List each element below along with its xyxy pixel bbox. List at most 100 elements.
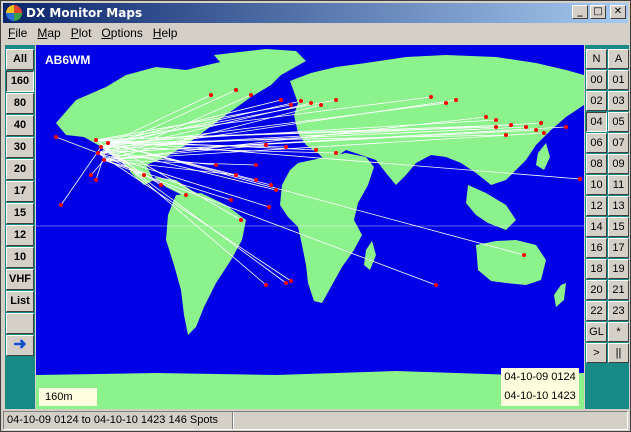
band-button-10[interactable]: 10 [6, 247, 34, 268]
landmass [280, 153, 374, 303]
spot-marker [429, 95, 433, 99]
spot-marker [284, 281, 288, 285]
band-button-40[interactable]: 40 [6, 115, 34, 136]
hour-button-00[interactable]: 00 [586, 70, 607, 90]
band-button-80[interactable]: 80 [6, 93, 34, 114]
hour-button-16[interactable]: 16 [586, 238, 607, 258]
hour-button-03[interactable]: 03 [608, 91, 629, 111]
hour-button-06[interactable]: 06 [586, 133, 607, 153]
hour-button-18[interactable]: 18 [586, 259, 607, 279]
hour-button-GL[interactable]: GL [586, 322, 607, 342]
hour-button-11[interactable]: 11 [608, 175, 629, 195]
spot-marker [454, 98, 458, 102]
band-button-vhf[interactable]: VHF [6, 269, 34, 290]
hour-button-N[interactable]: N [586, 49, 607, 69]
landmass [166, 193, 246, 335]
spot-marker [94, 178, 98, 182]
hour-button-15[interactable]: 15 [608, 217, 629, 237]
landmass [476, 240, 546, 285]
band-label: 160m [39, 388, 97, 406]
hour-button-13[interactable]: 13 [608, 196, 629, 216]
band-panel: All 160 80 40 30 20 17 15 12 10 VHF List ➜ [5, 45, 35, 409]
band-button-all[interactable]: All [6, 49, 34, 70]
hour-button-04[interactable]: 04 [586, 112, 607, 132]
hour-button-09[interactable]: 09 [608, 154, 629, 174]
spot-marker [289, 279, 293, 283]
world-map[interactable]: AB6WM 160m 04-10-09 0124 04-10-10 1423 [36, 45, 584, 409]
home-marker [102, 158, 106, 162]
menu-options[interactable]: Options [96, 26, 147, 40]
spot-marker [309, 101, 313, 105]
band-button-20[interactable]: 20 [6, 159, 34, 180]
hour-button-xx[interactable]: || [608, 343, 629, 363]
spot-marker [289, 103, 293, 107]
hour-button-07[interactable]: 07 [608, 133, 629, 153]
hour-button-01[interactable]: 01 [608, 70, 629, 90]
home-marker [106, 141, 110, 145]
blank-button[interactable] [6, 313, 34, 334]
hour-button-17[interactable]: 17 [608, 238, 629, 258]
spot-marker [54, 135, 58, 139]
spot-marker [279, 98, 283, 102]
time-to: 04-10-10 1423 [504, 390, 576, 402]
menu-help[interactable]: Help [148, 26, 183, 40]
hour-panel: N A 00 01 02 03 04 05 06 07 08 09 10 11 12 13 14 15 16 17 18… [585, 45, 629, 409]
hour-button-x[interactable]: > [586, 343, 607, 363]
spot-marker [254, 178, 258, 182]
app-window: DX Monitor Maps _ □ ✕ File Map Plot Opti… [0, 0, 631, 432]
spot-marker [494, 125, 498, 129]
spot-marker [214, 163, 218, 167]
hour-button-14[interactable]: 14 [586, 217, 607, 237]
landmass [536, 143, 550, 170]
spot-marker [534, 128, 538, 132]
spot-marker [264, 283, 268, 287]
band-button-15[interactable]: 15 [6, 203, 34, 224]
close-button[interactable]: ✕ [610, 5, 626, 19]
band-button-list[interactable]: List [6, 291, 34, 312]
hour-button-21[interactable]: 21 [608, 280, 629, 300]
spot-marker [564, 125, 568, 129]
minimize-button[interactable]: _ [572, 5, 588, 19]
hour-button-20[interactable]: 20 [586, 280, 607, 300]
hour-button-x[interactable]: * [608, 322, 629, 342]
spot-marker [274, 188, 278, 192]
app-icon [6, 5, 22, 21]
status-bar: 04-10-09 0124 to 04-10-10 1423 146 Spots [3, 411, 628, 430]
hour-button-02[interactable]: 02 [586, 91, 607, 111]
menu-bar: File Map Plot Options Help [3, 24, 628, 42]
spot-marker [509, 123, 513, 127]
spot-marker [229, 198, 233, 202]
spot-marker [539, 121, 543, 125]
spot-marker [578, 177, 582, 181]
band-button-160[interactable]: 160 [6, 71, 34, 92]
home-marker [99, 145, 103, 149]
spot-marker [142, 173, 146, 177]
hour-button-05[interactable]: 05 [608, 112, 629, 132]
spot-marker [249, 93, 253, 97]
hour-button-10[interactable]: 10 [586, 175, 607, 195]
spot-marker [264, 143, 268, 147]
maximize-button[interactable]: □ [590, 5, 606, 19]
time-from: 04-10-09 0124 [504, 371, 576, 383]
spot-marker [234, 173, 238, 177]
hour-button-12[interactable]: 12 [586, 196, 607, 216]
title-bar[interactable]: DX Monitor Maps _ □ ✕ [3, 3, 628, 23]
band-button-17[interactable]: 17 [6, 181, 34, 202]
spot-marker [254, 163, 258, 167]
hour-button-19[interactable]: 19 [608, 259, 629, 279]
hour-button-08[interactable]: 08 [586, 154, 607, 174]
spot-marker [269, 183, 273, 187]
landmass [554, 283, 566, 307]
menu-file[interactable]: File [3, 26, 32, 40]
hour-button-22[interactable]: 22 [586, 301, 607, 321]
next-arrow-icon[interactable]: ➜ [6, 335, 34, 356]
menu-plot[interactable]: Plot [66, 26, 97, 40]
status-divider [232, 412, 234, 429]
spot-marker [334, 151, 338, 155]
spot-marker [234, 88, 238, 92]
hour-button-23[interactable]: 23 [608, 301, 629, 321]
band-button-30[interactable]: 30 [6, 137, 34, 158]
band-button-12[interactable]: 12 [6, 225, 34, 246]
menu-map[interactable]: Map [32, 26, 65, 40]
hour-button-A[interactable]: A [608, 49, 629, 69]
